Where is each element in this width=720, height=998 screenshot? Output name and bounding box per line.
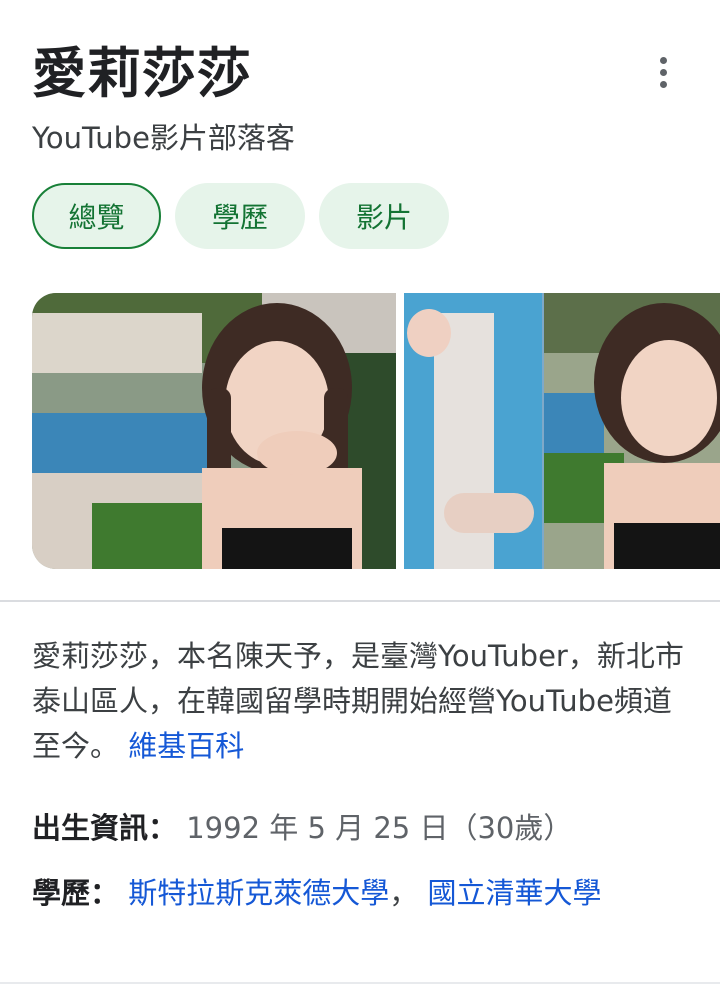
- gallery-photo-2[interactable]: [404, 293, 720, 569]
- image-gallery[interactable]: [32, 293, 720, 569]
- knowledge-panel-header: 愛莉莎莎: [32, 38, 632, 110]
- section-divider: [0, 600, 720, 602]
- more-vert-icon: [659, 56, 667, 64]
- tab-chips: 總覽 學歷 影片: [32, 183, 449, 249]
- wikipedia-link[interactable]: 維基百科: [128, 729, 244, 763]
- school-separator: ，: [389, 876, 419, 910]
- more-vert-icon-dot: [659, 68, 667, 76]
- entity-title: 愛莉莎莎: [32, 42, 252, 105]
- photo-1-image: [32, 293, 396, 569]
- more-vert-icon-dot: [659, 80, 667, 88]
- tab-overview[interactable]: 總覽: [32, 183, 161, 249]
- gallery-photo-1[interactable]: [32, 293, 396, 569]
- more-options-button[interactable]: [644, 52, 682, 92]
- entity-subtitle: YouTube影片部落客: [32, 121, 295, 155]
- fact-education: 學歷： 斯特拉斯克萊德大學， 國立清華大學: [32, 871, 692, 916]
- fact-education-label[interactable]: 學歷：: [32, 876, 119, 910]
- photo-2-image: [404, 293, 720, 569]
- school-link-strathclyde[interactable]: 斯特拉斯克萊德大學: [128, 876, 389, 910]
- fact-birth: 出生資訊： 1992 年 5 月 25 日（30歲）: [32, 806, 692, 851]
- entity-description: 愛莉莎莎，本名陳天予，是臺灣YouTuber，新北市泰山區人，在韓國留學時期開始…: [32, 634, 692, 769]
- tab-education[interactable]: 學歷: [175, 183, 305, 249]
- facts-section: 出生資訊： 1992 年 5 月 25 日（30歲） 學歷： 斯特拉斯克萊德大學…: [32, 806, 692, 916]
- school-link-nthu[interactable]: 國立清華大學: [427, 876, 601, 910]
- bottom-divider: [0, 982, 720, 984]
- fact-birth-value: 1992 年 5 月 25 日（30歲）: [186, 811, 573, 845]
- fact-birth-label[interactable]: 出生資訊：: [32, 811, 177, 845]
- tab-videos[interactable]: 影片: [319, 183, 449, 249]
